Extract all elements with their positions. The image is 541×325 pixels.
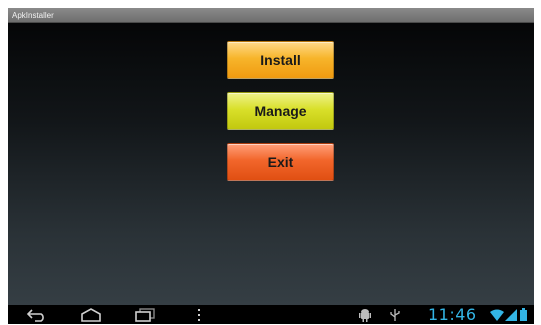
manage-button[interactable]: Manage (227, 92, 334, 130)
app-title: ApkInstaller (12, 11, 54, 20)
status-clock: 11:46 (428, 305, 477, 324)
app-title-bar: ApkInstaller (8, 8, 534, 23)
system-navigation-bar: 11:46 (8, 305, 534, 324)
back-icon[interactable] (26, 307, 48, 322)
battery-icon (519, 307, 528, 322)
install-button[interactable]: Install (227, 41, 334, 79)
exit-button[interactable]: Exit (227, 143, 334, 181)
menu-icon[interactable] (195, 307, 203, 322)
recent-apps-icon[interactable] (134, 307, 156, 322)
screenshot-frame: ApkInstaller Install Manage Exit 11:46 (0, 0, 541, 325)
signal-icon (505, 307, 517, 322)
wifi-icon (490, 307, 504, 322)
home-icon[interactable] (79, 307, 103, 322)
tablet-screen: ApkInstaller Install Manage Exit 11:46 (8, 8, 534, 324)
usb-icon (389, 307, 401, 322)
android-debug-icon (358, 307, 372, 322)
main-content: Install Manage Exit (8, 23, 534, 305)
